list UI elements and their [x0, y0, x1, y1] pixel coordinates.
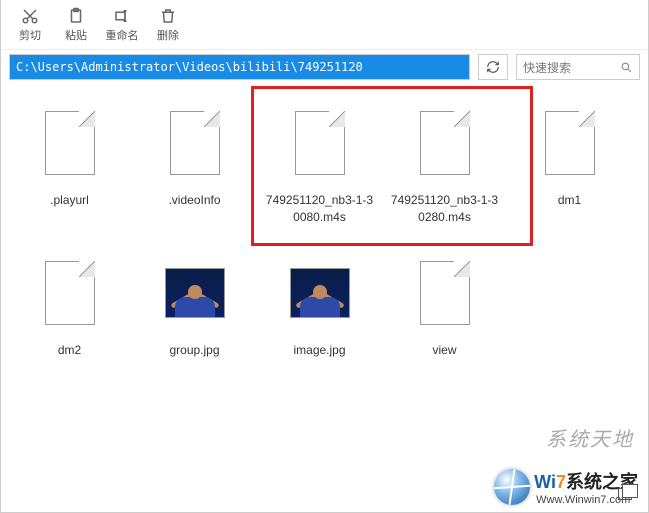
document-icon	[40, 104, 100, 182]
image-thumbnail	[165, 254, 225, 332]
cut-button[interactable]: 剪切	[7, 3, 53, 47]
file-item[interactable]: .playurl	[7, 94, 132, 244]
image-thumbnail	[290, 254, 350, 332]
file-item[interactable]: image.jpg	[257, 244, 382, 394]
scissors-icon	[21, 7, 39, 25]
file-name: dm1	[558, 192, 581, 209]
refresh-icon	[486, 60, 500, 74]
file-name: image.jpg	[293, 342, 345, 359]
document-icon	[40, 254, 100, 332]
rename-label: 重命名	[106, 27, 139, 43]
file-name: dm2	[58, 342, 81, 359]
address-bar: C:\Users\Administrator\Videos\bilibili\7…	[1, 50, 648, 84]
rename-icon	[113, 7, 131, 25]
search-input[interactable]: 快速搜索	[516, 54, 640, 80]
file-item[interactable]: 749251120_nb3-1-30080.m4s	[257, 94, 382, 244]
clipboard-icon	[67, 7, 85, 25]
delete-label: 删除	[157, 27, 179, 43]
paste-label: 粘贴	[65, 27, 87, 43]
paste-button[interactable]: 粘贴	[53, 3, 99, 47]
file-name: view	[432, 342, 456, 359]
logo-watermark: Wi7系统之家 Www.Winwin7.com	[494, 468, 638, 506]
file-name: .playurl	[50, 192, 89, 209]
rename-button[interactable]: 重命名	[99, 3, 145, 47]
file-item[interactable]: .videoInfo	[132, 94, 257, 244]
file-name: 749251120_nb3-1-30080.m4s	[265, 192, 375, 226]
file-item[interactable]: dm2	[7, 244, 132, 394]
file-item[interactable]: dm1	[507, 94, 632, 244]
cut-label: 剪切	[19, 27, 41, 43]
path-input[interactable]: C:\Users\Administrator\Videos\bilibili\7…	[9, 54, 470, 80]
document-icon	[290, 104, 350, 182]
trash-icon	[159, 7, 177, 25]
file-item[interactable]: view	[382, 244, 507, 394]
refresh-button[interactable]	[478, 54, 508, 80]
windows-orb-icon	[494, 469, 530, 505]
file-name: 749251120_nb3-1-30280.m4s	[390, 192, 500, 226]
document-icon	[540, 104, 600, 182]
delete-button[interactable]: 删除	[145, 3, 191, 47]
path-text: C:\Users\Administrator\Videos\bilibili\7…	[16, 60, 363, 74]
resize-grip-icon	[618, 488, 632, 500]
file-item[interactable]: group.jpg	[132, 244, 257, 394]
watermark-text: 系统天地	[546, 423, 634, 452]
file-name: .videoInfo	[168, 192, 220, 209]
search-icon	[620, 61, 633, 74]
document-icon	[165, 104, 225, 182]
toolbar: 剪切 粘贴 重命名 删除	[1, 0, 648, 50]
file-grid: .playurl .videoInfo 749251120_nb3-1-30080.…	[1, 84, 648, 404]
document-icon	[415, 254, 475, 332]
file-item[interactable]: 749251120_nb3-1-30280.m4s	[382, 94, 507, 244]
file-name: group.jpg	[169, 342, 219, 359]
document-icon	[415, 104, 475, 182]
search-placeholder: 快速搜索	[523, 59, 571, 76]
